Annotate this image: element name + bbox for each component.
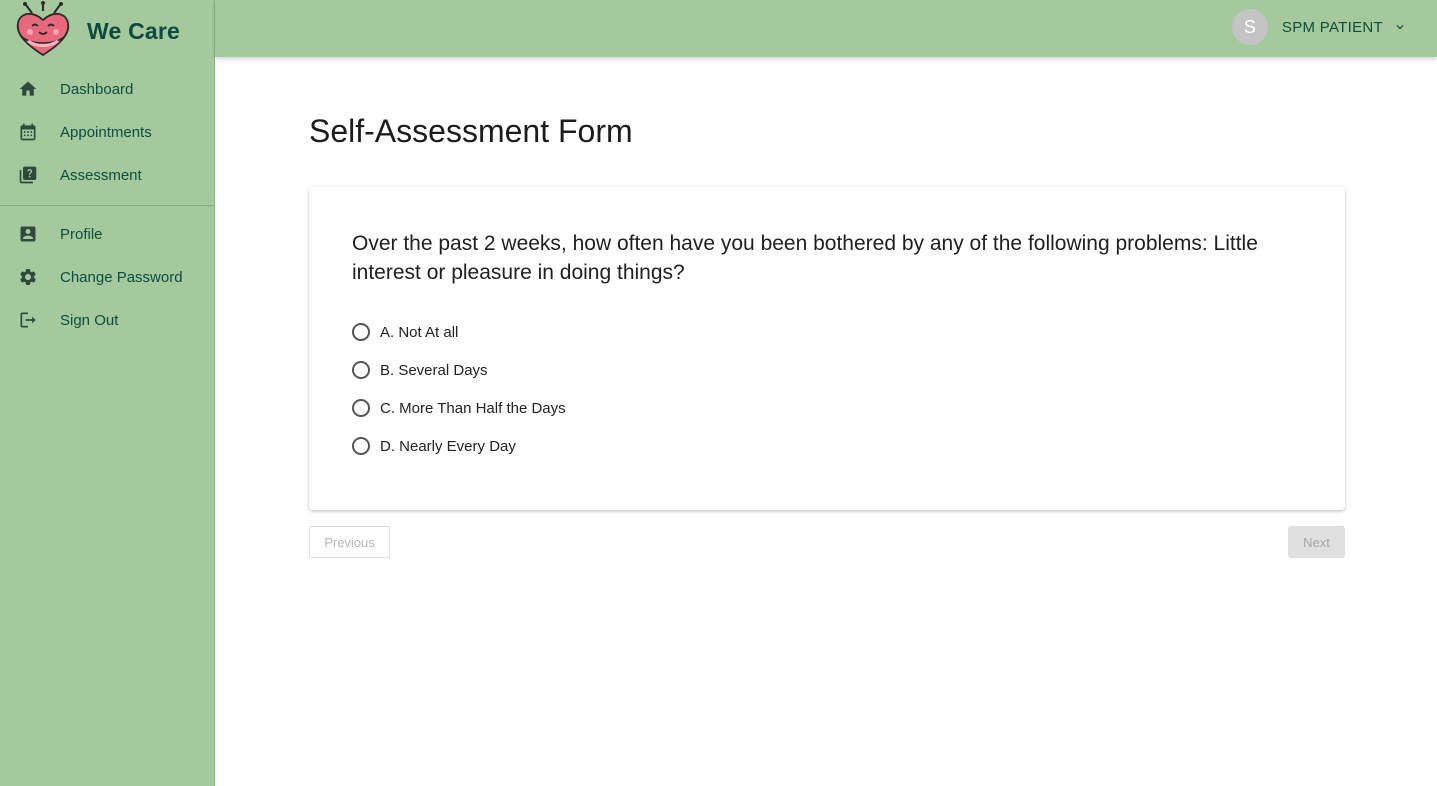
main-nav: Dashboard Appointments Assessment xyxy=(0,68,214,197)
gear-icon xyxy=(20,269,36,285)
avatar[interactable]: S xyxy=(1231,9,1268,45)
app-name: We Care xyxy=(87,18,181,44)
option-b[interactable]: B. Several Days xyxy=(352,351,566,389)
nav-item-label: Appointments xyxy=(60,124,152,141)
nav-divider xyxy=(0,205,214,206)
nav-item-assessment[interactable]: Assessment xyxy=(0,154,214,197)
option-d[interactable]: D. Nearly Every Day xyxy=(352,427,566,465)
home-icon xyxy=(19,81,37,96)
option-label[interactable]: B. Several Days xyxy=(380,362,488,379)
calendar-icon xyxy=(20,123,36,141)
nav-item-label: Profile xyxy=(60,226,103,243)
person-box-icon xyxy=(20,226,36,242)
option-a[interactable]: A. Not At all xyxy=(352,313,566,351)
quiz-icon xyxy=(19,166,37,184)
question-card: Over the past 2 weeks, how often have yo… xyxy=(309,187,1345,510)
radio-button[interactable] xyxy=(352,437,370,455)
nav-item-label: Change Password xyxy=(60,269,183,286)
option-label[interactable]: D. Nearly Every Day xyxy=(380,438,516,455)
nav-item-profile[interactable]: Profile xyxy=(0,213,214,256)
app-root: We Care Dashboard Appointments Assessmen… xyxy=(0,0,1437,786)
nav-item-change-password[interactable]: Change Password xyxy=(0,256,214,299)
user-name[interactable]: SPM PATIENT xyxy=(1282,19,1383,36)
option-label[interactable]: C. More Than Half the Days xyxy=(380,400,566,417)
radio-button[interactable] xyxy=(352,361,370,379)
nav-item-label: Assessment xyxy=(60,167,142,184)
chevron-down-icon[interactable] xyxy=(1393,20,1407,34)
top-bar: S SPM PATIENT xyxy=(215,0,1437,57)
radio-button[interactable] xyxy=(352,399,370,417)
heart-logo-icon xyxy=(16,1,70,57)
answer-options: A. Not At all B. Several Days C. More Th… xyxy=(352,313,566,465)
question-text: Over the past 2 weeks, how often have yo… xyxy=(352,232,1258,284)
option-c[interactable]: C. More Than Half the Days xyxy=(352,389,566,427)
brand[interactable]: We Care xyxy=(0,0,214,58)
next-button[interactable]: Next xyxy=(1288,526,1345,558)
option-label[interactable]: A. Not At all xyxy=(380,324,458,341)
logout-icon xyxy=(20,312,36,328)
previous-button[interactable]: Previous xyxy=(309,526,390,558)
user-menu[interactable]: S SPM PATIENT xyxy=(1231,9,1407,45)
nav-item-sign-out[interactable]: Sign Out xyxy=(0,299,214,342)
nav-item-label: Sign Out xyxy=(60,312,119,329)
nav-item-label: Dashboard xyxy=(60,81,134,98)
nav-item-dashboard[interactable]: Dashboard xyxy=(0,68,214,111)
account-nav: Profile Change Password Sign Out xyxy=(0,213,214,342)
radio-button[interactable] xyxy=(352,323,370,341)
sidebar: We Care Dashboard Appointments Assessmen… xyxy=(0,0,215,786)
nav-item-appointments[interactable]: Appointments xyxy=(0,111,214,154)
page-title: Self-Assessment Form xyxy=(309,113,633,149)
